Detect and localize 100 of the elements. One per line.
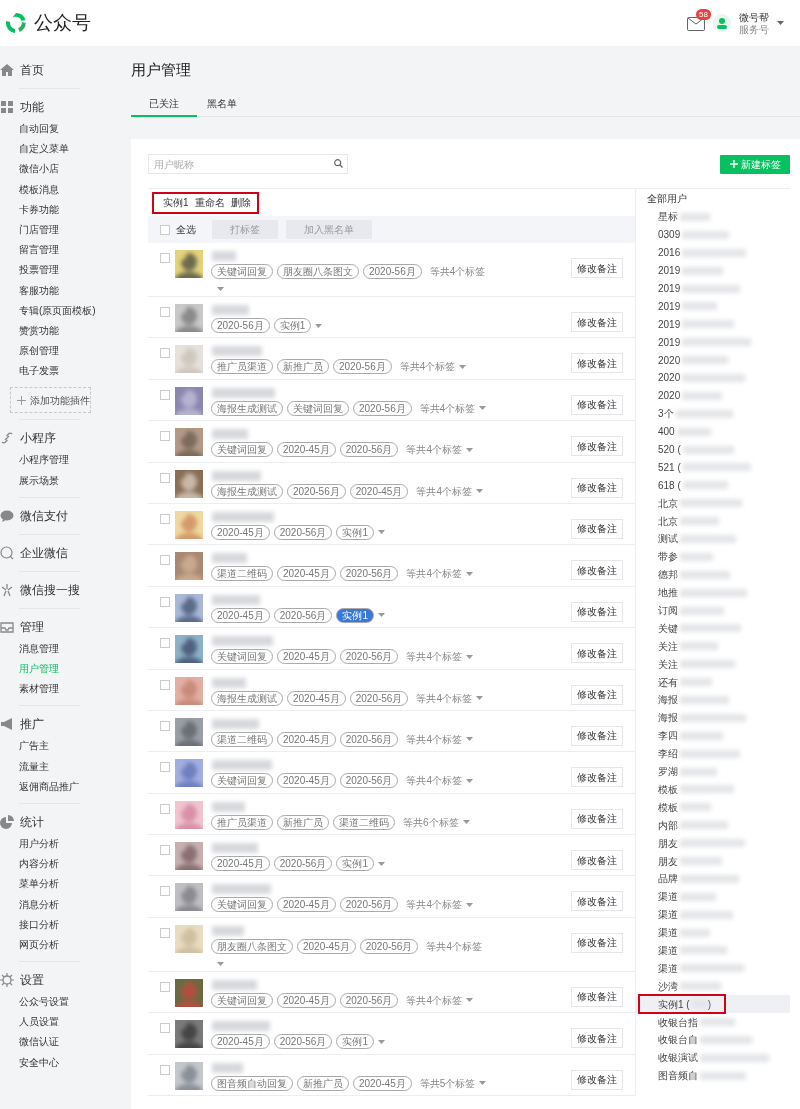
edit-remark-button[interactable]: 修改备注	[571, 643, 623, 664]
caret-icon[interactable]	[217, 961, 224, 966]
edit-remark-button[interactable]: 修改备注	[571, 601, 623, 622]
sidebar-item[interactable]: 自定义菜单	[0, 139, 118, 160]
checkbox[interactable]	[160, 762, 170, 773]
tag-list-item[interactable]: 2019	[636, 279, 790, 298]
tag-list-item[interactable]: 朋友	[636, 834, 790, 853]
sidebar-section[interactable]: 功能	[20, 98, 44, 116]
checkbox[interactable]	[160, 555, 170, 566]
tab[interactable]: 黑名单	[197, 93, 247, 117]
checkbox[interactable]	[160, 348, 170, 359]
tag-list-item[interactable]: 星标	[636, 208, 790, 226]
sidebar-item[interactable]: 投票管理	[0, 260, 118, 281]
caret-icon[interactable]	[465, 998, 473, 1003]
tag-list-item[interactable]: 图音频自	[636, 1066, 790, 1085]
checkbox[interactable]	[160, 389, 170, 400]
sidebar-item[interactable]: 内容分析	[0, 854, 118, 875]
sidebar-item[interactable]: 安全中心	[0, 1052, 118, 1073]
caret-icon[interactable]	[377, 1039, 385, 1044]
caret-icon[interactable]	[377, 530, 385, 535]
group-action-link[interactable]: 重命名	[194, 195, 225, 210]
tag-list-item[interactable]: 渠道	[636, 959, 790, 978]
tag-count-link[interactable]: 等共4个标签	[406, 731, 462, 747]
sidebar-item[interactable]: 微信认证	[0, 1032, 118, 1053]
tag-count-link[interactable]: 等共4个标签	[406, 897, 462, 913]
sidebar-item[interactable]: 公众号设置	[0, 992, 118, 1013]
tag-list-item[interactable]: 渠道	[636, 905, 790, 924]
caret-icon[interactable]	[479, 1081, 487, 1086]
tag-count-link[interactable]: 等共4个标签	[416, 690, 472, 706]
edit-remark-button[interactable]: 修改备注	[571, 986, 623, 1007]
tag-list-item[interactable]: 400	[636, 422, 790, 441]
caret-icon[interactable]	[459, 364, 467, 369]
edit-remark-button[interactable]: 修改备注	[571, 1069, 623, 1090]
search-field[interactable]: 用户昵称	[148, 154, 348, 174]
tag-list-item[interactable]: 2020	[636, 351, 790, 369]
sidebar-item[interactable]: 模板消息	[0, 179, 118, 200]
tag-list-item[interactable]: 德邦	[636, 565, 790, 584]
tag-list-item[interactable]: 北京	[636, 494, 790, 513]
sidebar-section[interactable]: 统计	[20, 812, 44, 831]
tag-count-link[interactable]: 等共4个标签	[429, 264, 486, 279]
tag-list-item[interactable]: 李四	[636, 726, 790, 745]
sidebar-item[interactable]: 接口分析	[0, 914, 118, 935]
tag-list-item[interactable]: 北京	[636, 512, 790, 531]
sidebar-item[interactable]: 微信小店	[0, 159, 118, 180]
tag-list-item[interactable]: 模板	[636, 780, 790, 799]
sidebar-item[interactable]: 流量主	[0, 756, 118, 777]
checkbox[interactable]	[160, 431, 170, 442]
group-action-link[interactable]: 删除	[230, 195, 251, 210]
tag-list-item[interactable]: 关键	[636, 619, 790, 638]
checkbox[interactable]	[160, 307, 170, 317]
select-all-label[interactable]: 全选	[176, 222, 196, 237]
caret-icon[interactable]	[217, 287, 224, 291]
tag-list-item[interactable]: 2019	[636, 315, 790, 334]
tag-list-item[interactable]: 渠道	[636, 887, 790, 906]
sidebar-item[interactable]: 菜单分析	[0, 874, 118, 895]
caret-icon[interactable]	[479, 406, 487, 411]
sidebar-item[interactable]: 用户分析	[0, 833, 118, 855]
sidebar-item[interactable]: 人员设置	[0, 1012, 118, 1033]
tag-list-item[interactable]: 520 (	[636, 440, 790, 459]
checkbox[interactable]	[160, 472, 170, 483]
tag-list-item[interactable]: 带参	[636, 547, 790, 566]
tag-list-item[interactable]: 测试	[636, 530, 790, 548]
sidebar-section[interactable]: 微信搜一搜	[20, 580, 80, 599]
tag-count-link[interactable]: 等共4个标签	[419, 400, 476, 416]
edit-remark-button[interactable]: 修改备注	[571, 1028, 623, 1049]
tag-count-link[interactable]: 等共4个标签	[406, 992, 462, 1008]
sidebar-item[interactable]: 广告主	[0, 736, 118, 757]
tag-list-item[interactable]: 收银演试	[636, 1048, 790, 1067]
sidebar-section[interactable]: 推广	[20, 715, 44, 734]
checkbox[interactable]	[160, 886, 170, 897]
tag-list-item[interactable]: 朋友	[636, 852, 790, 870]
checkbox[interactable]	[160, 720, 170, 731]
caret-icon[interactable]	[465, 778, 473, 783]
sidebar-item[interactable]: 客服功能	[0, 280, 118, 301]
caret-icon[interactable]	[315, 323, 323, 328]
checkbox[interactable]	[160, 253, 170, 263]
tag-list-item[interactable]: 2016	[636, 243, 790, 262]
edit-remark-button[interactable]: 修改备注	[571, 767, 623, 788]
tag-count-link[interactable]: 等共6个标签	[403, 814, 459, 830]
tag-count-link[interactable]: 等共5个标签	[419, 1075, 476, 1091]
sidebar-section[interactable]: 企业微信	[20, 543, 68, 562]
tag-list-item[interactable]: 618 (	[636, 476, 790, 495]
tag-count-link[interactable]: 等共4个标签	[416, 483, 472, 499]
tag-list-item[interactable]: 还有	[636, 673, 790, 692]
tag-list-item[interactable]: 渠道	[636, 923, 790, 942]
tag-list-item[interactable]: 海报	[636, 708, 790, 727]
mail-icon[interactable]	[687, 17, 705, 32]
sidebar-item[interactable]: 素材管理	[0, 679, 118, 700]
add-plugin-button[interactable]: 添加功能插件	[10, 387, 91, 414]
tag-list-item[interactable]: 品牌	[636, 869, 790, 888]
tag-list-item[interactable]: 2020	[636, 369, 790, 387]
tag-count-link[interactable]: 等共4个标签	[406, 566, 462, 582]
sidebar-item[interactable]: 返佣商品推广	[0, 776, 118, 797]
edit-remark-button[interactable]: 修改备注	[571, 684, 623, 705]
checkbox[interactable]	[160, 596, 170, 607]
tag-list-item[interactable]: 内部	[636, 816, 790, 835]
tag-list-item[interactable]: 李绍	[636, 744, 790, 763]
sidebar-item[interactable]: 小程序管理	[0, 450, 118, 471]
tag-list-item[interactable]: 沙湾	[636, 977, 790, 996]
caret-icon[interactable]	[465, 447, 473, 452]
